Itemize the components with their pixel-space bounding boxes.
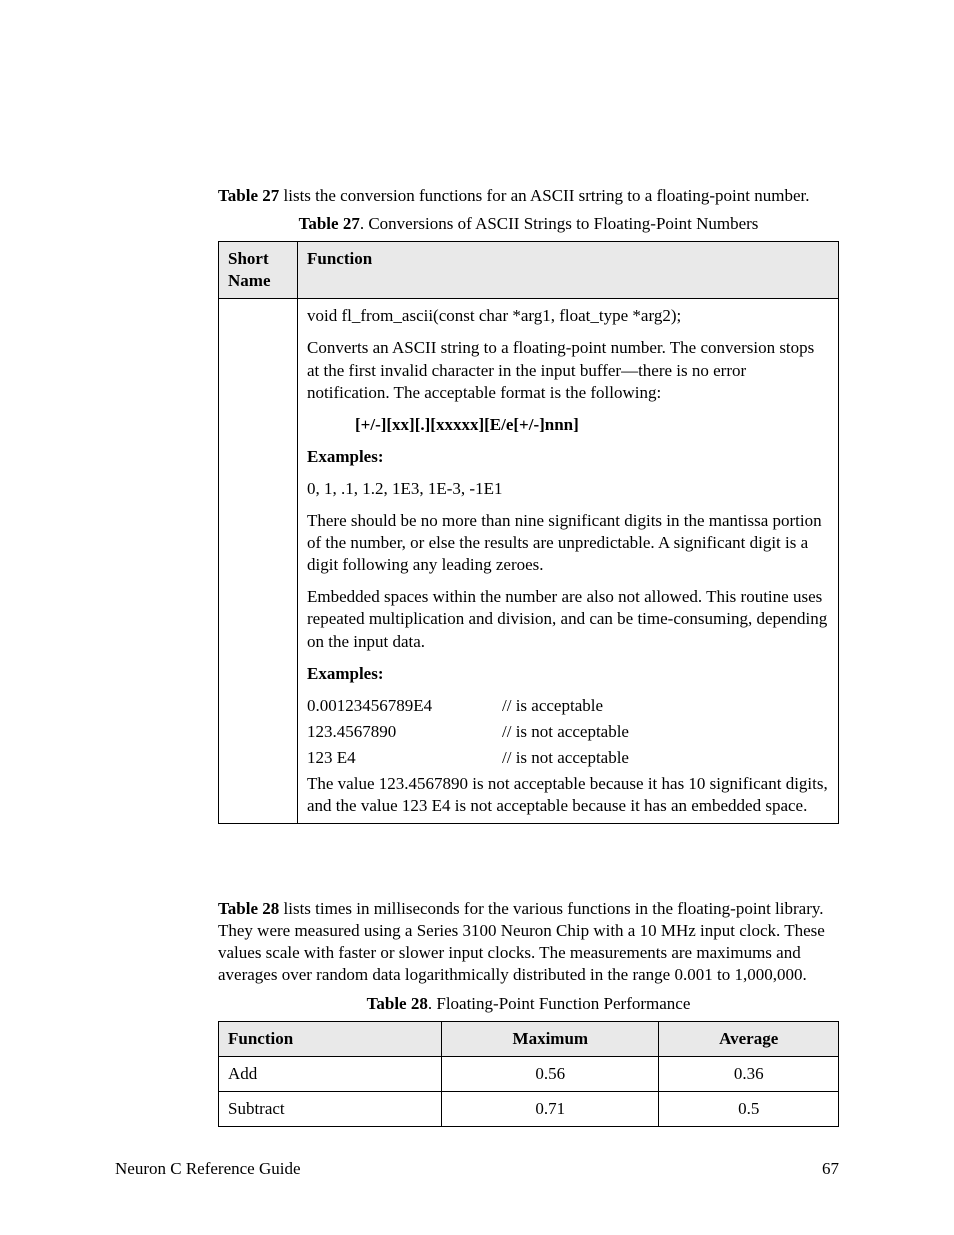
final-note: The value 123.4567890 is not acceptable … [307,773,829,817]
t28-sub-fn: Subtract [219,1091,442,1126]
spacer [218,864,839,898]
footer-page-number: 67 [822,1158,839,1180]
example-3-value: 123 E4 [307,747,502,769]
table27-header-function: Function [298,242,839,299]
intro-table27-text: lists the conversion functions for an AS… [279,186,809,205]
table28-h-function: Function [219,1021,442,1056]
footer-title: Neuron C Reference Guide [115,1158,301,1180]
t28-sub-avg: 0.5 [659,1091,839,1126]
table28-row-add: Add 0.56 0.36 [219,1056,839,1091]
table28-row-subtract: Subtract 0.71 0.5 [219,1091,839,1126]
t28-add-avg: 0.36 [659,1056,839,1091]
example-2-note: // is not acceptable [502,721,829,743]
example-row-2: 123.4567890 // is not acceptable [307,721,829,743]
table-27: Short Name Function void fl_from_ascii(c… [218,241,839,824]
fn-description: Converts an ASCII string to a floating-p… [307,337,829,403]
table28-h-maximum: Maximum [442,1021,659,1056]
page-footer: Neuron C Reference Guide 67 [115,1158,839,1180]
intro-table27-ref: Table 27 [218,186,279,205]
caption-table28: Table 28. Floating-Point Function Perfor… [218,993,839,1015]
intro-table28: Table 28 lists times in milliseconds for… [218,898,839,986]
t28-add-max: 0.56 [442,1056,659,1091]
table27-body-row: void fl_from_ascii(const char *arg1, flo… [219,299,839,824]
fn-signature: void fl_from_ascii(const char *arg1, flo… [307,305,829,327]
table28-header-row: Function Maximum Average [219,1021,839,1056]
caption28-ref: Table 28 [367,994,428,1013]
table27-shortname-cell [219,299,298,824]
table27-header-row: Short Name Function [219,242,839,299]
example-3-note: // is not acceptable [502,747,829,769]
example-1-note: // is acceptable [502,695,829,717]
intro-table28-text: lists times in milliseconds for the vari… [218,899,825,984]
document-page: Table 27 lists the conversion functions … [0,0,954,1235]
caption27-ref: Table 27 [299,214,360,233]
table-28: Function Maximum Average Add 0.56 0.36 S… [218,1021,839,1127]
caption28-text: . Floating-Point Function Performance [428,994,691,1013]
intro-table28-ref: Table 28 [218,899,279,918]
caption-table27: Table 27. Conversions of ASCII Strings t… [218,213,839,235]
examples-label-2: Examples: [307,663,829,685]
table27-function-cell: void fl_from_ascii(const char *arg1, flo… [298,299,839,824]
fn-format: [+/-][xx][.][xxxxx][E/e[+/-]nnn] [307,414,829,436]
example-1-value: 0.00123456789E4 [307,695,502,717]
t28-sub-max: 0.71 [442,1091,659,1126]
intro-table27: Table 27 lists the conversion functions … [218,185,839,207]
example-row-3: 123 E4 // is not acceptable [307,747,829,769]
mantissa-note: There should be no more than nine signif… [307,510,829,576]
examples-list: 0, 1, .1, 1.2, 1E3, 1E-3, -1E1 [307,478,829,500]
examples-label-1: Examples: [307,446,829,468]
t28-add-fn: Add [219,1056,442,1091]
example-2-value: 123.4567890 [307,721,502,743]
table28-h-average: Average [659,1021,839,1056]
example-row-1: 0.00123456789E4 // is acceptable [307,695,829,717]
caption27-text: . Conversions of ASCII Strings to Floati… [360,214,759,233]
table27-header-shortname: Short Name [219,242,298,299]
embedded-note: Embedded spaces within the number are al… [307,586,829,652]
